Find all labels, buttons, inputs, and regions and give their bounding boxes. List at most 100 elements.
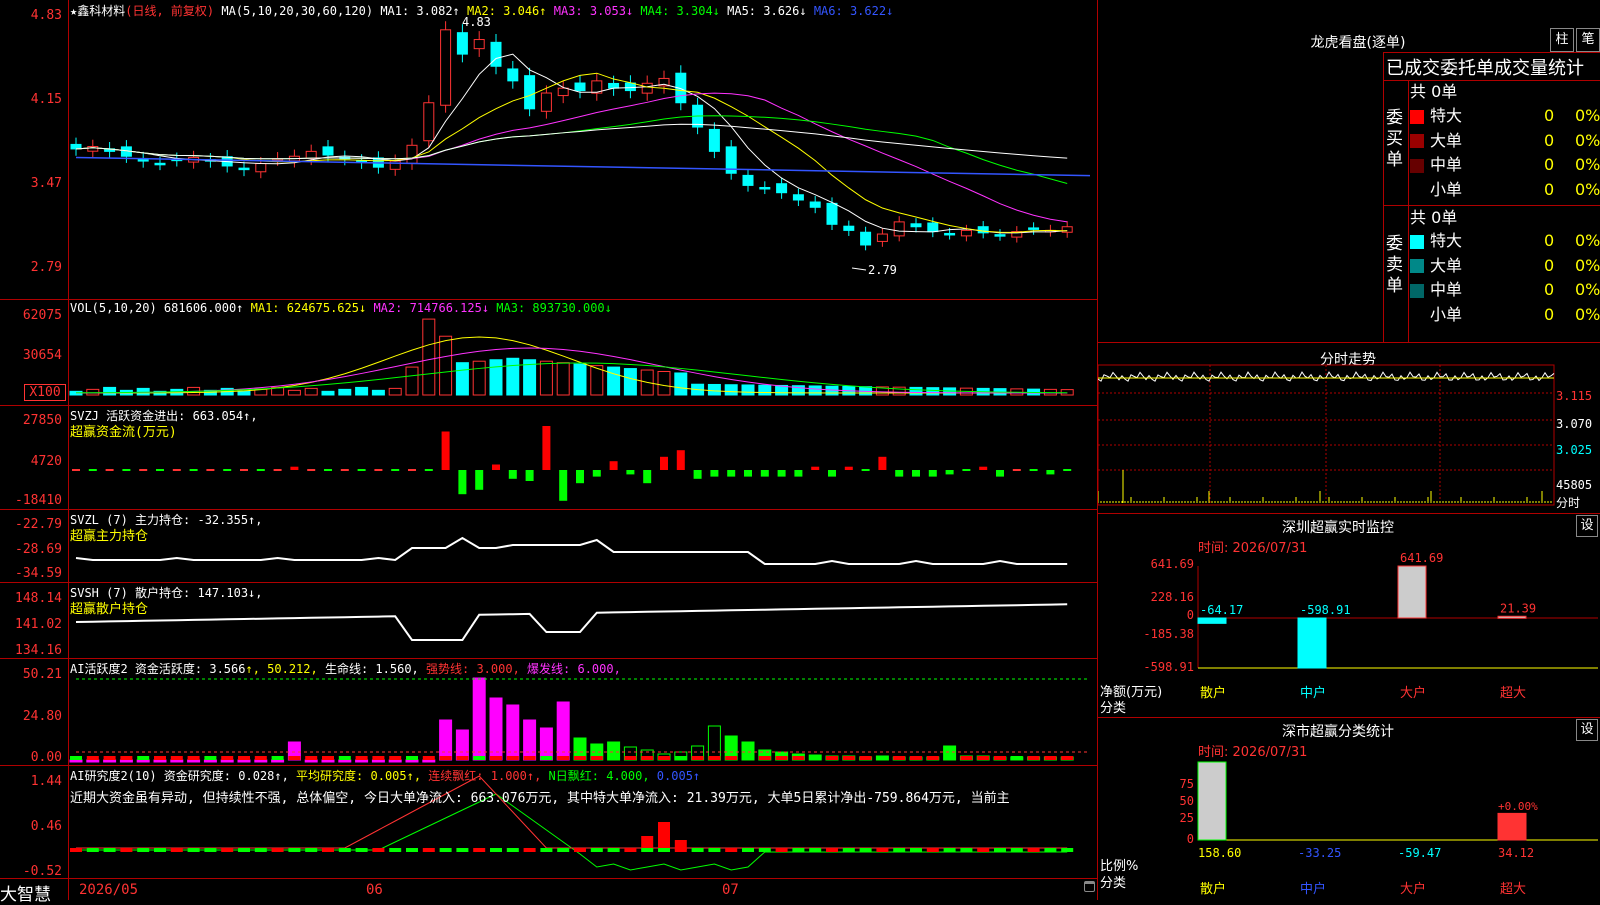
fund-flow-bar (777, 470, 786, 477)
main-title-part: (日线, 前复权) (125, 4, 215, 18)
research-base-bar (624, 848, 637, 852)
activity-base-bar (742, 756, 754, 760)
volume-bar (506, 357, 520, 396)
ai-research-title-part: 平均研究度: 0.005↑, (296, 769, 429, 783)
fund-flow-bar (290, 466, 299, 470)
y-label: 228.16 (1151, 590, 1194, 604)
ai-active-title-part: 强势线: 3.000, (426, 662, 528, 676)
volume-bar (321, 390, 335, 396)
candle-body (860, 231, 872, 246)
candle-body (574, 82, 586, 92)
activity-base-bar (456, 756, 469, 760)
fund-flow-bar (660, 456, 668, 470)
y-label: 3.115 (1556, 389, 1593, 403)
row-count: 0 (1544, 255, 1555, 275)
activity-base-bar (826, 756, 838, 760)
activity-base-bar (775, 756, 788, 760)
fund-flow-bar (811, 466, 820, 470)
activity-base-bar (204, 756, 217, 760)
activity-base-bar (422, 756, 435, 760)
row-name: 特大 (1430, 231, 1463, 250)
ai-research-title-part: N日飘红: 4.000, (548, 769, 657, 783)
low-pointer (851, 267, 867, 271)
vol-title-part: MA3: 893730.000↓ (489, 301, 612, 315)
research-base-bar (271, 848, 284, 852)
candle-body (742, 174, 754, 186)
research-base-bar (103, 848, 116, 852)
bar-value-label: 158.60 (1198, 846, 1241, 860)
kline-area[interactable]: 4.83 4.15 3.47 2.79 62075 30654 X100 278… (0, 0, 1098, 905)
activity-base-bar (120, 756, 133, 760)
research-base-bar (775, 848, 788, 852)
longhu-title: 龙虎看盘(逐单) (1310, 35, 1406, 51)
activity-base-bar (439, 756, 452, 760)
activity-bar (405, 759, 419, 763)
activity-base-bar (859, 756, 872, 760)
candle-body (960, 229, 972, 237)
svsh-subtitle: 超赢散户持仓 (70, 602, 149, 617)
buy-row: 中单 0 0% (1410, 153, 1600, 177)
activity-base-bar (490, 756, 502, 760)
right-panel: 龙虎看盘(逐单) 柱 笔 已成交委托单成交量统计 委买单 委卖单 共 0单 特大… (1098, 0, 1600, 900)
candle-body (641, 82, 653, 94)
activity-base-bar (607, 756, 620, 760)
research-base-bar (893, 848, 906, 852)
kline-chart[interactable]: 4.832.79 (0, 0, 1098, 900)
tick-mode-button[interactable]: 笔 (1576, 28, 1600, 52)
intraday-panel[interactable]: 分时走势 3.115 3.070 3.025 45805 分时 (1098, 345, 1600, 513)
activity-base-bar (1010, 756, 1023, 760)
research-base-bar (742, 848, 754, 852)
vol-title-part: MA1: 624675.625↓ (243, 301, 367, 315)
sell-total: 共 0单 (1410, 208, 1458, 227)
volume-bar (758, 384, 772, 396)
research-base-bar (792, 848, 805, 852)
fund-flow-bar (139, 469, 148, 471)
ai-active-title-part: AI活跃度2 资金活跃度: 3.566 (70, 662, 246, 676)
research-base-bar (926, 848, 939, 852)
research-base-bar (322, 848, 334, 852)
candle-body (540, 92, 552, 112)
fund-flow-bar (609, 461, 618, 470)
row-pct: 0% (1575, 255, 1600, 275)
research-base-bar (994, 848, 1006, 852)
ai-research-title-part: AI研究度2(10) 资金研究度: 0.028↑, (70, 769, 297, 783)
fund-flow-bar (324, 469, 332, 471)
ai-research-title-part: 连续飘红: 1.000↑, (428, 769, 549, 783)
activity-base-bar (103, 756, 116, 760)
fund-flow-bar (979, 466, 988, 470)
candle-body (406, 144, 418, 164)
candle-body (708, 128, 720, 152)
buy-row: 小单 0 0% (1410, 178, 1600, 202)
sz-class-panel: 深市超赢分类统计 设 时间: 2026/07/31 75 50 25 0 158.60 散… (1098, 717, 1600, 900)
activity-base-bar (708, 756, 721, 760)
bar-mode-button[interactable]: 柱 (1550, 28, 1574, 52)
activity-bar (237, 759, 251, 763)
volume-bar (472, 360, 486, 396)
lock-icon[interactable] (1084, 881, 1095, 892)
intraday-chart[interactable] (1098, 345, 1600, 513)
volume-bar (674, 372, 688, 396)
volume-bar (623, 368, 637, 396)
candle-body (423, 102, 435, 142)
fund-flow-bar (693, 470, 702, 479)
activity-base-bar (1044, 756, 1057, 760)
research-base-bar (154, 848, 166, 852)
fund-flow-bar (744, 470, 752, 477)
candle-body (1028, 227, 1040, 230)
activity-base-bar (288, 756, 301, 760)
fund-flow-bar (240, 469, 248, 471)
volume-bar (304, 387, 318, 396)
buy-side-label: 委买单 (1386, 108, 1403, 170)
class-bar (1197, 761, 1227, 841)
activity-bar (304, 759, 318, 763)
bar-value-label: 34.12 (1498, 846, 1534, 860)
volume-bar (136, 387, 150, 396)
main-title-part: MA1: 3.082↑ (380, 4, 460, 18)
sell-row: 小单 0 0% (1410, 303, 1600, 327)
date-tick: 2026/05 (79, 882, 139, 898)
fund-flow-bar (223, 469, 232, 471)
research-base-bar (842, 848, 855, 852)
research-base-bar (422, 848, 435, 852)
candle-body (440, 29, 452, 106)
research-base-bar (910, 848, 922, 852)
